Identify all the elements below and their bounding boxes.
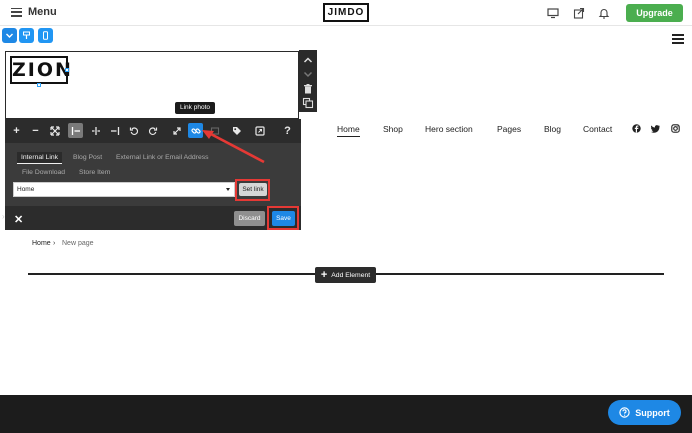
page-select-dropdown[interactable]: Home: [13, 182, 235, 197]
mobile-view-button[interactable]: [38, 28, 53, 43]
support-label: Support: [635, 407, 670, 418]
align-right-button[interactable]: [107, 123, 122, 138]
site-menu-icon[interactable]: [672, 34, 684, 44]
align-left-icon: [71, 126, 80, 135]
top-bar: Menu JIMDO Upgrade: [0, 0, 692, 26]
dropdown-caret-icon: [226, 188, 230, 191]
tab-file-download[interactable]: File Download: [22, 169, 65, 176]
chevron-up-icon[interactable]: [302, 54, 314, 66]
design-mode-button[interactable]: [19, 28, 34, 43]
menu-button[interactable]: Menu: [11, 6, 57, 18]
breadcrumb-home[interactable]: Home: [32, 240, 51, 247]
paintbrush-icon: [23, 31, 30, 39]
support-button[interactable]: Support: [608, 400, 681, 425]
nav-hero-section[interactable]: Hero section: [425, 124, 473, 134]
menu-label: Menu: [28, 6, 57, 18]
breadcrumb-current: New page: [62, 240, 94, 247]
nav-blog[interactable]: Blog: [544, 124, 561, 134]
minus-icon: −: [32, 124, 39, 137]
zoom-out-button[interactable]: −: [28, 123, 43, 138]
site-logo-image[interactable]: ZION: [10, 56, 71, 84]
highlight-box: [235, 179, 270, 201]
nav-contact[interactable]: Contact: [583, 124, 612, 134]
instagram-icon[interactable]: [671, 124, 680, 133]
tab-store-item[interactable]: Store Item: [79, 169, 110, 176]
align-left-button[interactable]: [68, 123, 83, 138]
chevron-down-icon[interactable]: [302, 68, 314, 80]
nav-home[interactable]: Home: [337, 124, 360, 137]
annotation-arrow: [202, 130, 265, 164]
collapse-toggle-button[interactable]: [2, 28, 17, 43]
side-toolbar: [299, 50, 317, 112]
question-mark-icon: ?: [284, 124, 291, 137]
close-editor-button[interactable]: ✕: [14, 213, 23, 226]
add-element-button[interactable]: + Add Element: [315, 267, 376, 283]
page-select-value: Home: [17, 186, 35, 193]
hamburger-icon: [11, 7, 22, 17]
zoom-in-button[interactable]: +: [9, 123, 24, 138]
plus-icon: +: [13, 124, 20, 137]
tab-internal-link[interactable]: Internal Link: [17, 152, 63, 164]
add-element-label: Add Element: [331, 271, 371, 279]
chevron-right-icon: ›: [53, 240, 56, 247]
close-icon: ✕: [14, 214, 24, 226]
nav-pages[interactable]: Pages: [497, 124, 521, 134]
rotate-right-button[interactable]: [145, 123, 160, 138]
align-center-icon: [91, 126, 100, 135]
upgrade-button[interactable]: Upgrade: [626, 4, 683, 22]
help-circle-icon: [619, 407, 630, 418]
plus-icon: +: [320, 269, 328, 281]
highlight-box: [267, 206, 299, 230]
discard-button[interactable]: Discard: [234, 211, 265, 226]
jimdo-logo[interactable]: JIMDO: [323, 3, 369, 22]
mobile-icon: [43, 31, 48, 40]
nav-shop[interactable]: Shop: [383, 124, 403, 134]
facebook-icon[interactable]: [632, 124, 641, 133]
expand-arrows-icon: [49, 125, 60, 136]
trash-icon[interactable]: [302, 83, 314, 95]
align-right-icon: [110, 126, 119, 135]
site-footer: [0, 395, 692, 433]
chevron-down-icon: [6, 33, 13, 38]
rotate-left-icon: [129, 126, 138, 135]
link-photo-tooltip: Link photo: [175, 102, 215, 114]
resize-handle[interactable]: [37, 83, 41, 87]
duplicate-icon[interactable]: [302, 97, 314, 109]
desktop-icon[interactable]: [547, 7, 559, 19]
bell-icon[interactable]: [598, 7, 610, 19]
share-icon[interactable]: [573, 7, 585, 19]
logo-image-area[interactable]: ZION: [5, 51, 299, 119]
align-center-button[interactable]: [88, 123, 103, 138]
rotate-right-icon: [148, 126, 157, 135]
tab-blog-post[interactable]: Blog Post: [73, 154, 102, 161]
twitter-icon[interactable]: [651, 124, 660, 133]
collapse-arrow-icon[interactable]: ›: [2, 212, 7, 222]
fit-button[interactable]: [47, 123, 62, 138]
rotate-left-button[interactable]: [126, 123, 141, 138]
diagonal-expand-icon: [172, 126, 181, 135]
tab-external-link[interactable]: External Link or Email Address: [116, 154, 209, 161]
resize-handle[interactable]: [65, 68, 69, 72]
fullscreen-button[interactable]: [169, 123, 184, 138]
help-button[interactable]: ?: [280, 123, 295, 138]
